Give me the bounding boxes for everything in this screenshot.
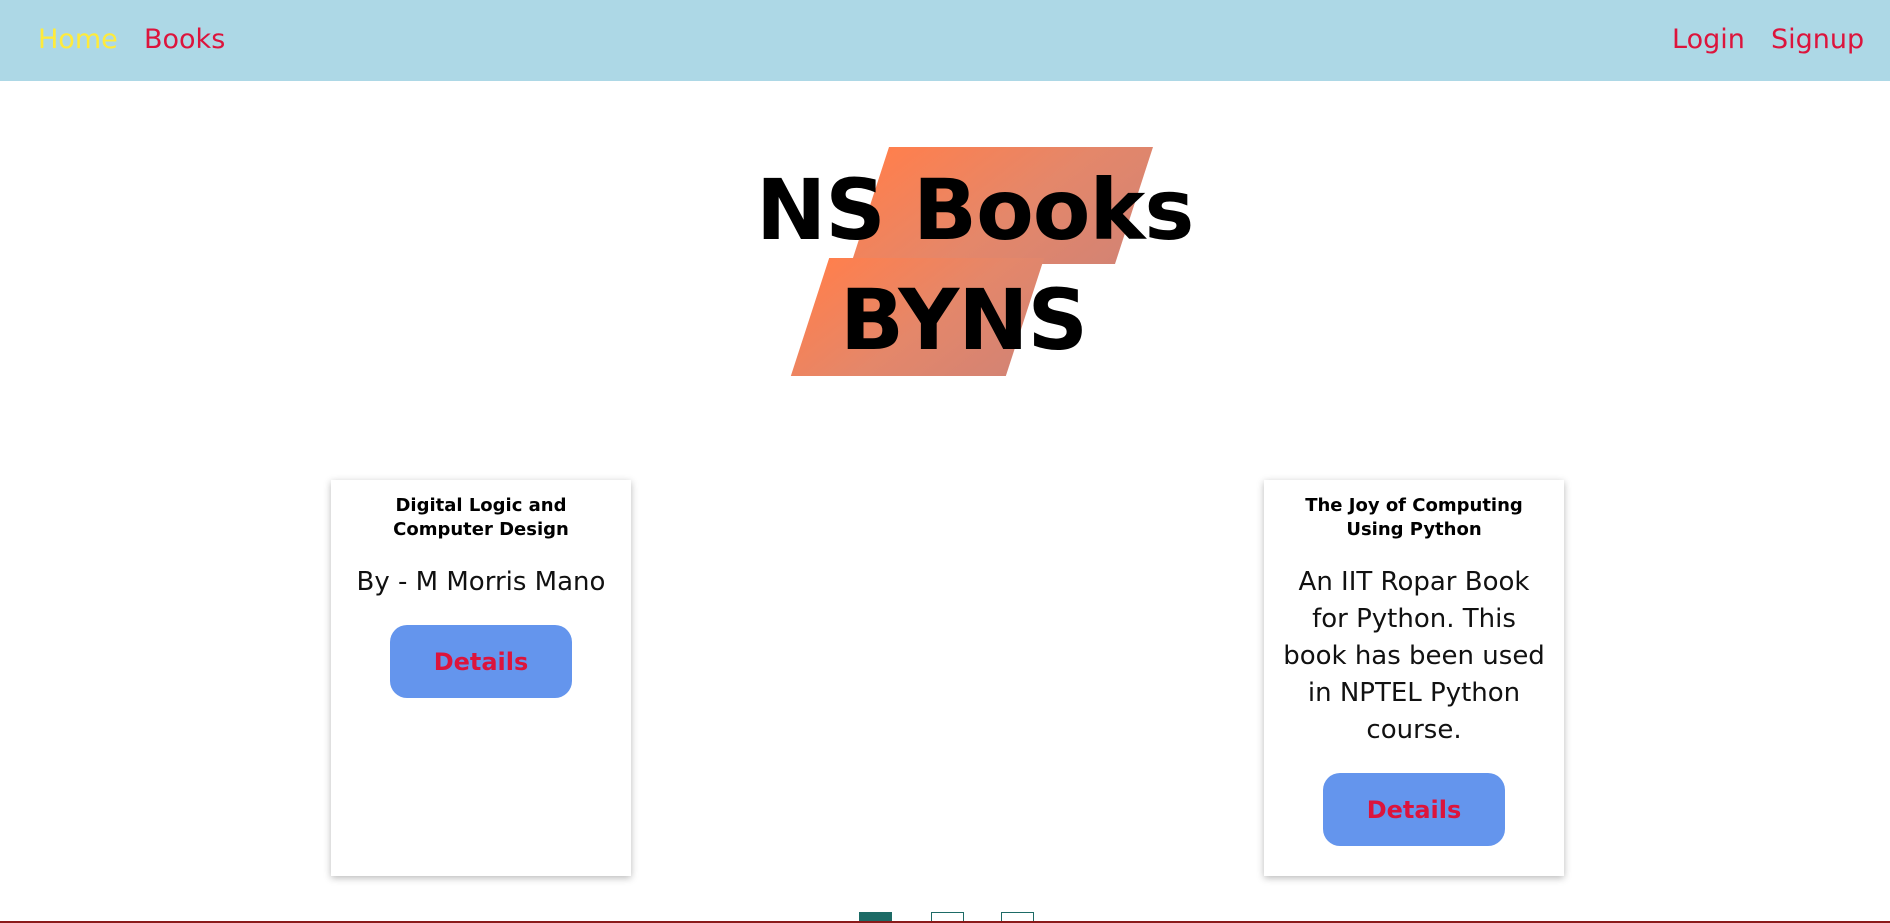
book-card: The Joy of Computing Using Python An IIT… — [1264, 480, 1564, 876]
nav-link-home[interactable]: Home — [38, 22, 118, 58]
hero-title-line-2: BYNS — [840, 271, 1088, 369]
hero-logo: NS Books BYNS — [740, 140, 1194, 380]
nav-link-signup[interactable]: Signup — [1771, 22, 1864, 58]
book-card-title: The Joy of Computing Using Python — [1305, 495, 1523, 540]
details-button[interactable]: Details — [1323, 773, 1505, 846]
nav-link-login[interactable]: Login — [1672, 22, 1745, 58]
book-card-description: An IIT Ropar Book for Python. This book … — [1283, 567, 1545, 745]
top-navbar: Home Books Login Signup — [0, 0, 1890, 81]
nav-link-books[interactable]: Books — [144, 22, 225, 58]
book-card: Digital Logic and Computer Design By - M… — [331, 480, 631, 876]
book-card-title: Digital Logic and Computer Design — [393, 495, 569, 540]
book-card-description: By - M Morris Mano — [356, 567, 606, 597]
hero-title-line-1: NS Books — [756, 161, 1194, 259]
details-button[interactable]: Details — [390, 625, 572, 698]
